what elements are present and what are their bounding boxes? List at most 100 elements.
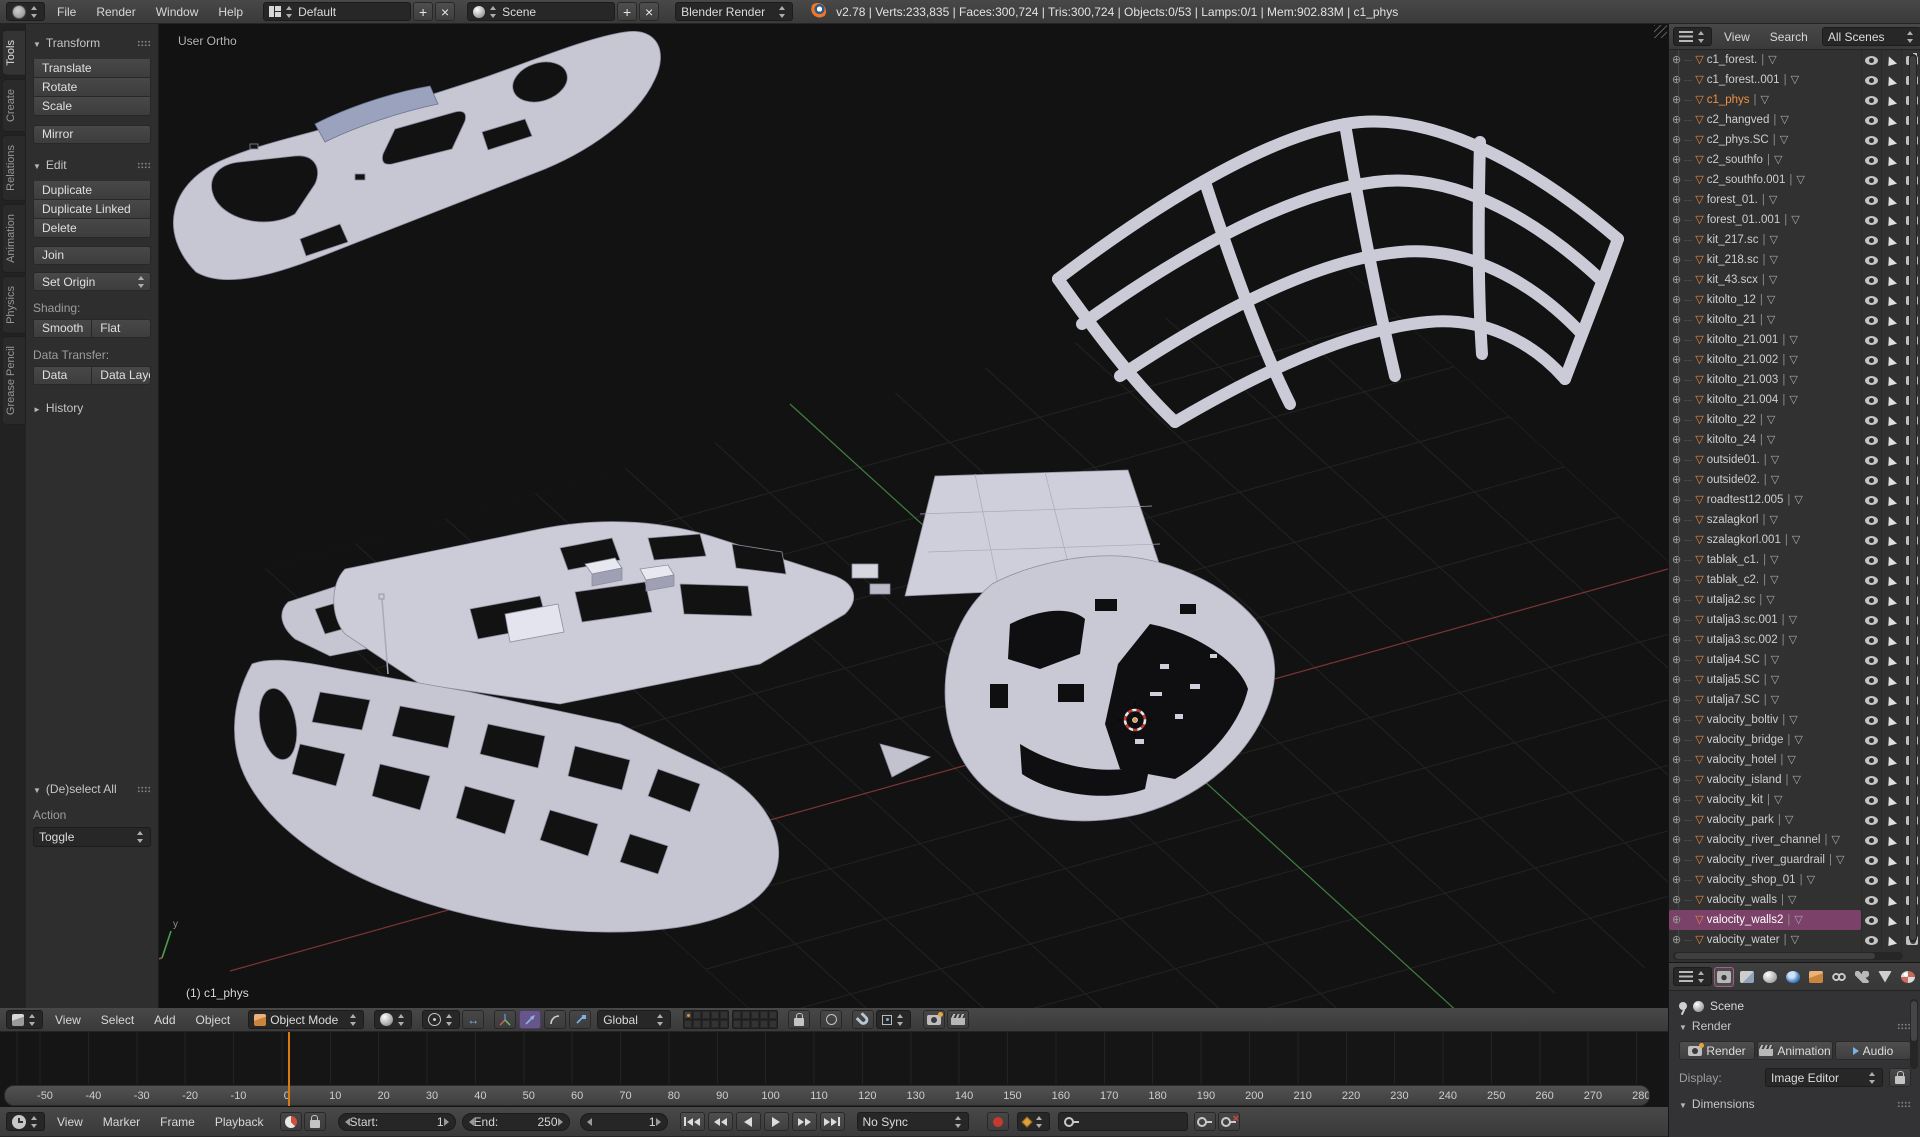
- object-name[interactable]: utalja5.SC: [1707, 674, 1760, 686]
- outliner-row[interactable]: ▽ kitolto_21.001 | ▽: [1669, 330, 1920, 350]
- expand-icon[interactable]: [1672, 175, 1681, 186]
- visibility-eye-icon[interactable]: [1865, 536, 1878, 545]
- visibility-eye-icon[interactable]: [1865, 636, 1878, 645]
- object-name[interactable]: kitolto_21.003: [1707, 374, 1779, 386]
- selectability-cursor-icon[interactable]: [1886, 394, 1897, 405]
- visibility-eye-icon[interactable]: [1865, 136, 1878, 145]
- data-transfer-button[interactable]: Data Layo: [92, 366, 151, 385]
- outliner-row[interactable]: ▽ c1_forest. | ▽: [1669, 50, 1920, 70]
- current-frame-field[interactable]: 1: [580, 1113, 668, 1131]
- selectability-cursor-icon[interactable]: [1886, 714, 1897, 725]
- outliner-row[interactable]: ▽ kitolto_21.003 | ▽: [1669, 370, 1920, 390]
- expand-icon[interactable]: [1672, 335, 1681, 346]
- object-name[interactable]: c1_forest..001: [1707, 74, 1780, 86]
- shelf-tab[interactable]: Animation: [3, 204, 26, 273]
- expand-icon[interactable]: [1672, 455, 1681, 466]
- outliner-row[interactable]: ▽ outside02. | ▽: [1669, 470, 1920, 490]
- outliner-row[interactable]: ▽ valocity_kit | ▽: [1669, 790, 1920, 810]
- visibility-eye-icon[interactable]: [1865, 736, 1878, 745]
- timeline-track[interactable]: [0, 1032, 1668, 1084]
- visibility-eye-icon[interactable]: [1865, 56, 1878, 65]
- next-keyframe-button[interactable]: [792, 1112, 817, 1131]
- selectability-cursor-icon[interactable]: [1886, 294, 1897, 305]
- menu-item[interactable]: View: [1714, 30, 1760, 44]
- visibility-eye-icon[interactable]: [1865, 856, 1878, 865]
- visibility-eye-icon[interactable]: [1865, 276, 1878, 285]
- menu-item[interactable]: View: [47, 1115, 93, 1129]
- outliner-row[interactable]: ▽ tablak_c2. | ▽: [1669, 570, 1920, 590]
- selectability-cursor-icon[interactable]: [1886, 94, 1897, 105]
- action-dropdown[interactable]: Toggle: [33, 827, 151, 847]
- properties-scrollbar[interactable]: [1910, 999, 1918, 1069]
- object-name[interactable]: kitolto_21.004: [1707, 394, 1779, 406]
- increment-arrow-icon[interactable]: [558, 1118, 563, 1126]
- shelf-tab[interactable]: Grease Pencil: [3, 336, 26, 425]
- expand-icon[interactable]: [1672, 935, 1681, 946]
- menu-item[interactable]: Add: [144, 1013, 185, 1027]
- display-mode-selector[interactable]: Image Editor: [1765, 1068, 1883, 1087]
- object-name[interactable]: outside02.: [1707, 474, 1760, 486]
- expand-icon[interactable]: [1672, 575, 1681, 586]
- visibility-eye-icon[interactable]: [1865, 896, 1878, 905]
- transform-orientation-selector[interactable]: Global: [597, 1010, 671, 1029]
- outliner-row[interactable]: ▽ tablak_c1. | ▽: [1669, 550, 1920, 570]
- selectability-cursor-icon[interactable]: [1886, 534, 1897, 545]
- outliner-row[interactable]: ▽ valocity_river_channel | ▽: [1669, 830, 1920, 850]
- selectability-cursor-icon[interactable]: [1886, 734, 1897, 745]
- visibility-eye-icon[interactable]: [1865, 696, 1878, 705]
- transform-button[interactable]: Translate: [33, 59, 151, 78]
- selectability-cursor-icon[interactable]: [1886, 694, 1897, 705]
- manipulator-axis-button[interactable]: [494, 1010, 516, 1029]
- manipulator-scale-button[interactable]: [569, 1010, 591, 1029]
- visibility-eye-icon[interactable]: [1865, 456, 1878, 465]
- properties-tab[interactable]: [1760, 967, 1780, 987]
- menu-item[interactable]: Help: [208, 5, 253, 19]
- jump-to-start-button[interactable]: [680, 1112, 705, 1131]
- edit-button[interactable]: Duplicate Linked: [33, 200, 151, 219]
- snap-toggle[interactable]: [852, 1010, 874, 1029]
- visibility-eye-icon[interactable]: [1865, 316, 1878, 325]
- editor-type-selector[interactable]: [6, 1010, 43, 1029]
- join-button[interactable]: Join: [33, 246, 151, 265]
- selectability-cursor-icon[interactable]: [1886, 874, 1897, 885]
- visibility-eye-icon[interactable]: [1865, 816, 1878, 825]
- increment-arrow-icon[interactable]: [656, 1118, 661, 1126]
- edit-button[interactable]: Delete: [33, 219, 151, 238]
- outliner-row[interactable]: ▽ kit_43.scx | ▽: [1669, 270, 1920, 290]
- outliner-row[interactable]: ▽ utalja3.sc.001 | ▽: [1669, 610, 1920, 630]
- outliner-horizontal-scrollbar[interactable]: [1673, 952, 1903, 960]
- object-name[interactable]: roadtest12.005: [1707, 494, 1784, 506]
- visibility-eye-icon[interactable]: [1865, 936, 1878, 945]
- visibility-eye-icon[interactable]: [1865, 516, 1878, 525]
- visibility-eye-icon[interactable]: [1865, 836, 1878, 845]
- properties-tab[interactable]: [1714, 967, 1734, 987]
- expand-icon[interactable]: [1672, 215, 1681, 226]
- visibility-eye-icon[interactable]: [1865, 496, 1878, 505]
- visibility-eye-icon[interactable]: [1865, 376, 1878, 385]
- expand-icon[interactable]: [1672, 355, 1681, 366]
- outliner-row[interactable]: ▽ valocity_island | ▽: [1669, 770, 1920, 790]
- outliner-row[interactable]: ▽ valocity_walls | ▽: [1669, 890, 1920, 910]
- outliner-row[interactable]: ▽ valocity_hotel | ▽: [1669, 750, 1920, 770]
- visibility-eye-icon[interactable]: [1865, 236, 1878, 245]
- expand-icon[interactable]: [1672, 795, 1681, 806]
- visibility-eye-icon[interactable]: [1865, 116, 1878, 125]
- selectability-cursor-icon[interactable]: [1886, 754, 1897, 765]
- object-name[interactable]: kitolto_12: [1707, 294, 1756, 306]
- object-name[interactable]: outside01.: [1707, 454, 1760, 466]
- menu-item[interactable]: Marker: [93, 1115, 150, 1129]
- selectability-cursor-icon[interactable]: [1886, 634, 1897, 645]
- visibility-eye-icon[interactable]: [1865, 336, 1878, 345]
- visibility-eye-icon[interactable]: [1865, 356, 1878, 365]
- selectability-cursor-icon[interactable]: [1886, 494, 1897, 505]
- expand-icon[interactable]: [1672, 755, 1681, 766]
- visibility-eye-icon[interactable]: [1865, 676, 1878, 685]
- object-name[interactable]: forest_01..001: [1707, 214, 1781, 226]
- data-transfer-button[interactable]: Data: [33, 366, 92, 385]
- selectability-cursor-icon[interactable]: [1886, 774, 1897, 785]
- scene-selector[interactable]: Scene: [467, 2, 615, 21]
- expand-icon[interactable]: [1672, 235, 1681, 246]
- lock-time-toggle[interactable]: [304, 1112, 326, 1131]
- pin-icon[interactable]: [1679, 1002, 1687, 1010]
- selectability-cursor-icon[interactable]: [1886, 74, 1897, 85]
